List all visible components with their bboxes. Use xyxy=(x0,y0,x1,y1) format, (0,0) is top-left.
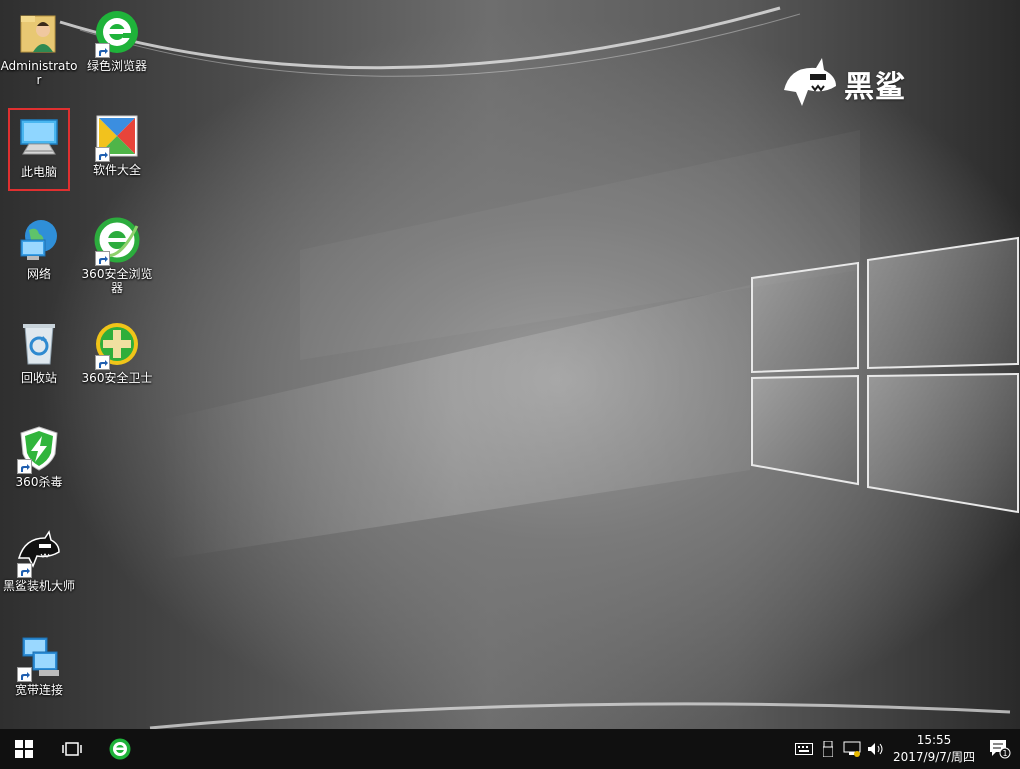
desktop-icon-360-antivirus[interactable]: 360杀毒 xyxy=(0,422,78,489)
desktop-icon-network[interactable]: 网络 xyxy=(0,214,78,281)
shortcut-arrow-icon xyxy=(17,667,32,682)
recycle-bin-icon xyxy=(15,320,63,368)
icon-label: 回收站 xyxy=(20,371,57,385)
system-tray: 15:55 2017/9/7/周四 1 xyxy=(792,729,1020,769)
desktop-icon-blackshark-installer[interactable]: 黑鲨装机大师 xyxy=(0,526,78,593)
blackshark-installer-icon xyxy=(15,528,63,578)
green-browser-icon xyxy=(109,738,131,760)
task-view-icon xyxy=(62,742,82,756)
icon-label: 绿色浏览器 xyxy=(86,59,147,73)
windows-start-icon xyxy=(15,740,33,758)
desktop-icon-software-store[interactable]: 软件大全 xyxy=(78,110,156,177)
network-icon xyxy=(15,216,63,264)
clock-time: 15:55 xyxy=(916,733,952,747)
desktop-icon-administrator[interactable]: Administrator xyxy=(0,6,78,87)
clock-date: 2017/9/7/周四 xyxy=(893,750,975,764)
desktop-icon-this-pc[interactable]: 此电脑 xyxy=(8,108,70,191)
brand-text: 黑鲨 xyxy=(844,70,906,105)
green-browser-icon xyxy=(93,8,141,58)
notification-count: 1 xyxy=(1002,749,1007,758)
shark-logo-icon xyxy=(784,58,836,106)
360-antivirus-icon xyxy=(15,424,63,474)
desktop-icon-recycle-bin[interactable]: 回收站 xyxy=(0,318,78,385)
desktop-icon-360-browser[interactable]: 360安全浏览器 xyxy=(78,214,156,295)
network-icon[interactable] xyxy=(840,729,864,769)
icon-label: 网络 xyxy=(26,267,51,281)
shortcut-arrow-icon xyxy=(95,355,110,370)
icon-label: 此电脑 xyxy=(20,165,57,179)
broadband-connection-icon xyxy=(15,632,63,682)
icon-label: 宽带连接 xyxy=(14,683,63,697)
icon-label: 360安全卫士 xyxy=(81,371,153,385)
360-security-icon xyxy=(93,320,141,370)
taskbar: 15:55 2017/9/7/周四 1 xyxy=(0,729,1020,769)
shortcut-arrow-icon xyxy=(17,459,32,474)
shortcut-arrow-icon xyxy=(95,251,110,266)
icon-label: 360杀毒 xyxy=(15,475,63,489)
taskbar-clock[interactable]: 15:55 2017/9/7/周四 xyxy=(888,729,980,769)
360-browser-icon xyxy=(93,216,141,266)
desktop: Administrator 此电脑 网络 回收站 360杀毒 黑鲨装机大师 宽带… xyxy=(0,0,1020,729)
shortcut-arrow-icon xyxy=(95,43,110,58)
task-view-button[interactable] xyxy=(48,729,96,769)
action-center-button[interactable]: 1 xyxy=(980,729,1020,769)
keyboard-icon[interactable] xyxy=(792,729,816,769)
this-pc-icon xyxy=(15,114,63,162)
software-store-icon xyxy=(93,112,141,162)
icon-label: 软件大全 xyxy=(92,163,141,177)
icon-label: 黑鲨装机大师 xyxy=(2,579,75,593)
icon-label: 360安全浏览器 xyxy=(81,267,153,295)
notification-icon: 1 xyxy=(990,740,1011,759)
user-folder-icon xyxy=(15,8,63,56)
taskbar-pinned-green-browser[interactable] xyxy=(96,729,144,769)
usb-icon[interactable] xyxy=(816,729,840,769)
shortcut-arrow-icon xyxy=(17,563,32,578)
brand-logo: 黑鲨 xyxy=(780,56,906,112)
desktop-icon-broadband-connection[interactable]: 宽带连接 xyxy=(0,630,78,697)
icon-label: Administrator xyxy=(0,59,78,87)
desktop-icon-green-browser[interactable]: 绿色浏览器 xyxy=(78,6,156,73)
shortcut-arrow-icon xyxy=(95,147,110,162)
start-button[interactable] xyxy=(0,729,48,769)
volume-icon[interactable] xyxy=(864,729,888,769)
desktop-icon-360-security[interactable]: 360安全卫士 xyxy=(78,318,156,385)
